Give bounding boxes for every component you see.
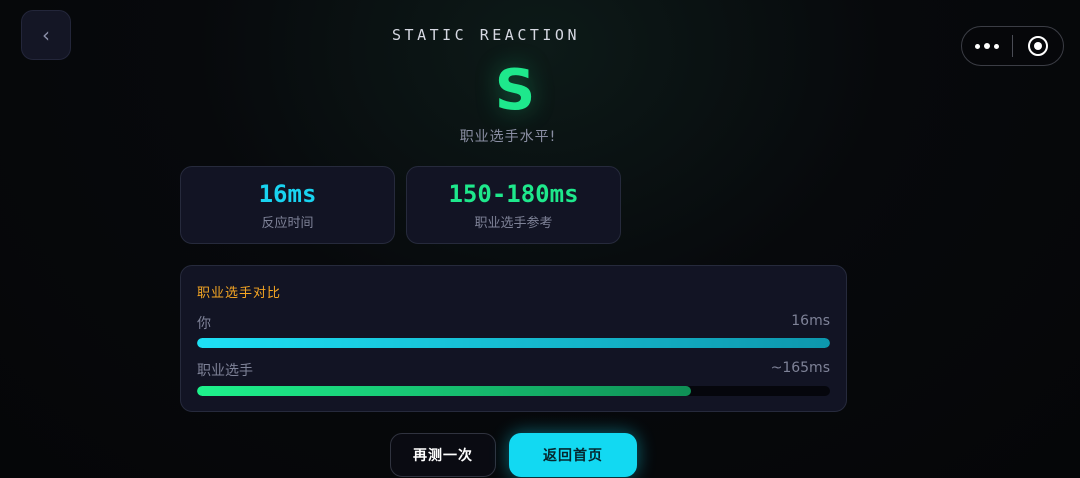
pro-row-label: 职业选手 [197, 363, 253, 379]
pro-reference-value: 150-180ms [448, 180, 579, 208]
pro-comparison-panel: 职业选手对比 你 16ms 职业选手 ~165ms [180, 265, 847, 412]
more-dots-icon[interactable] [962, 27, 1012, 65]
grade-letter: S [494, 58, 536, 123]
mini-program-capsule [961, 26, 1064, 66]
pro-bar-fill [197, 386, 691, 396]
retry-button[interactable]: 再测一次 [390, 433, 496, 477]
grade-caption: 职业选手水平! [459, 129, 557, 145]
target-circle-icon[interactable] [1013, 27, 1064, 65]
pro-row-value: ~165ms [770, 360, 830, 376]
comparison-title: 职业选手对比 [197, 286, 282, 301]
reaction-time-value: 16ms [258, 180, 317, 208]
reaction-time-card: 16ms 反应时间 [180, 166, 395, 244]
you-row-value: 16ms [791, 313, 830, 329]
home-button[interactable]: 返回首页 [509, 433, 637, 477]
pro-bar-track [197, 386, 830, 396]
you-bar-fill [197, 338, 830, 348]
pro-reference-card: 150-180ms 职业选手参考 [406, 166, 621, 244]
page-title: STATIC REACTION [392, 26, 580, 44]
pro-reference-label: 职业选手参考 [474, 216, 553, 231]
reaction-time-label: 反应时间 [261, 216, 314, 231]
you-row-label: 你 [197, 316, 211, 332]
you-bar-track [197, 338, 830, 348]
